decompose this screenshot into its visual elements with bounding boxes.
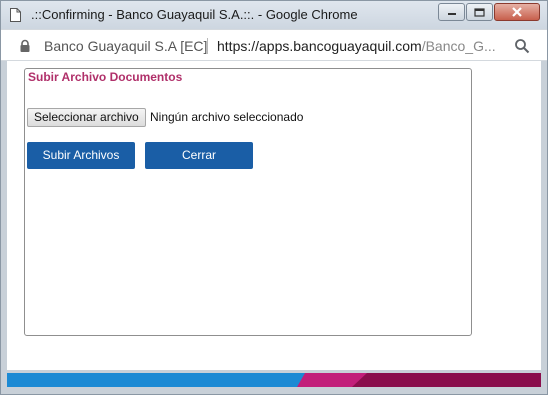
close-icon	[512, 7, 522, 17]
address-separator	[207, 38, 208, 54]
address-bar[interactable]: Banco Guayaquil S.A [EC] https://apps.ba…	[1, 29, 547, 61]
window-controls	[437, 3, 540, 21]
lock-icon	[20, 39, 30, 52]
footer-color-band	[7, 373, 541, 387]
url-host: https://apps.bancoguayaquil.com	[217, 38, 422, 54]
upload-files-button[interactable]: Subir Archivos	[27, 142, 135, 169]
band-right	[352, 373, 541, 387]
minimize-icon	[447, 13, 456, 15]
url-path: /Banco_G...	[421, 38, 495, 54]
upload-panel: Subir Archivo Documentos Seleccionar arc…	[24, 68, 472, 336]
page-icon	[10, 8, 21, 22]
window-title: .::Confirming - Banco Guayaquil S.A.::. …	[31, 7, 358, 22]
minimize-button[interactable]	[438, 3, 465, 21]
maximize-icon	[474, 7, 485, 17]
select-file-button[interactable]: Seleccionar archivo	[27, 108, 146, 127]
zoom-icon[interactable]	[514, 38, 530, 54]
file-status-text: Ningún archivo seleccionado	[150, 110, 304, 124]
maximize-button[interactable]	[466, 3, 493, 21]
title-bar[interactable]: .::Confirming - Banco Guayaquil S.A.::. …	[1, 1, 547, 29]
browser-popup-window: .::Confirming - Banco Guayaquil S.A.::. …	[0, 0, 548, 395]
url-text[interactable]: https://apps.bancoguayaquil.com/Banco_G.…	[217, 38, 495, 54]
page-content: Subir Archivo Documentos Seleccionar arc…	[7, 61, 541, 370]
close-button[interactable]: Cerrar	[145, 142, 253, 169]
close-window-button[interactable]	[494, 3, 540, 21]
site-identity[interactable]: Banco Guayaquil S.A [EC]	[44, 38, 207, 54]
panel-title: Subir Archivo Documentos	[28, 70, 183, 84]
